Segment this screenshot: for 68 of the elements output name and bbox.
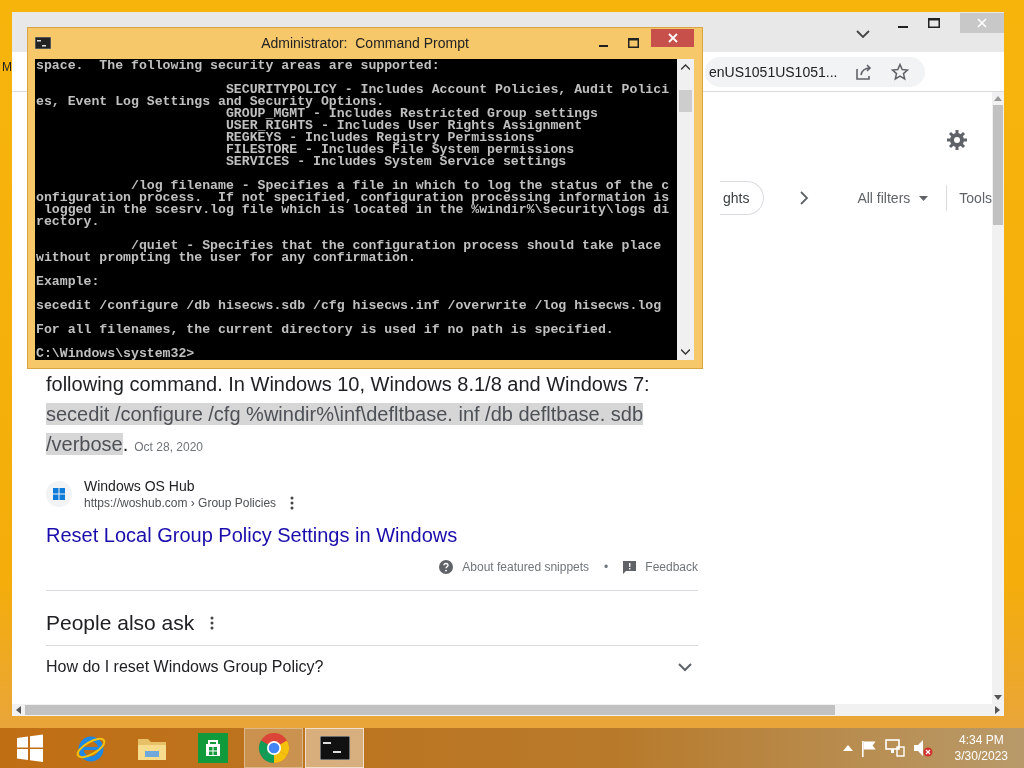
- scroll-down-icon[interactable]: [994, 695, 1002, 700]
- tools-button[interactable]: Tools: [959, 190, 992, 206]
- vertical-scrollbar[interactable]: [992, 92, 1004, 704]
- console-line: FILESTORE - Includes File System permissions: [224, 144, 576, 156]
- question-item[interactable]: How do I reset Windows Group Policy?: [46, 645, 698, 686]
- network-icon[interactable]: [884, 739, 905, 757]
- close-icon[interactable]: [667, 32, 678, 43]
- console-line: /quiet - Specifies that the configuration process should take place: [130, 240, 663, 252]
- chevron-down-icon[interactable]: [856, 30, 870, 39]
- window-title: Administrator: Command Prompt: [260, 34, 470, 51]
- feedback-link[interactable]: Feedback: [645, 560, 698, 574]
- result-link[interactable]: Reset Local Group Policy Settings in Windows: [46, 522, 458, 548]
- more-icon[interactable]: [290, 496, 295, 510]
- console-line: secedit /configure /db hisecws.sdb /cfg hisecws.inf /overwrite /log hisecws.log: [36, 300, 663, 312]
- caret-down-icon[interactable]: [919, 195, 929, 201]
- tricolor-circle-icon[interactable]: [257, 732, 290, 764]
- star-icon[interactable]: [891, 62, 910, 81]
- edge-letter: M: [2, 60, 12, 74]
- console-line: SECURITYPOLICY - Includes Account Policies, Audit Polici: [225, 84, 671, 96]
- section-heading: People also ask: [46, 611, 195, 635]
- more-icon[interactable]: [210, 616, 215, 630]
- console-line: logged in the scesrv.log file which is located in the %windir%\security\logs di: [43, 204, 671, 216]
- shopping-bag-icon[interactable]: [197, 733, 228, 763]
- about-snippets-link[interactable]: About featured snippets: [462, 560, 590, 574]
- address-bar[interactable]: enUS1051US1051...: [705, 56, 926, 87]
- muted-speaker-icon[interactable]: [912, 739, 933, 757]
- console-line: Example:: [36, 276, 101, 288]
- scroll-right-icon[interactable]: [995, 706, 1000, 714]
- share-icon[interactable]: [855, 62, 874, 81]
- feedback-icon[interactable]: [623, 560, 637, 574]
- close-button[interactable]: [651, 28, 694, 47]
- help-icon[interactable]: [439, 560, 454, 574]
- settings-icon[interactable]: [946, 129, 968, 151]
- taskbar-app[interactable]: [305, 728, 364, 768]
- maximize-icon[interactable]: [628, 37, 639, 48]
- console-line: REGKEYS - Includes Registry Permissions: [224, 132, 535, 144]
- terminal-icon[interactable]: [319, 736, 350, 760]
- site-name: Windows OS Hub: [84, 478, 196, 494]
- console-line: without prompting the user for any confirmation.: [36, 252, 416, 264]
- windows-logo-icon: [46, 481, 72, 507]
- caret-up-icon[interactable]: [842, 745, 853, 751]
- console-line: SERVICES - Includes System Service settings: [224, 156, 567, 168]
- scroll-up-icon[interactable]: [681, 64, 690, 70]
- vertical-scrollbar[interactable]: [677, 59, 694, 360]
- console-line: For all filenames, the current directory is used if no path is specified.: [36, 324, 615, 336]
- scroll-down-icon[interactable]: [681, 349, 690, 355]
- horizontal-scrollbar[interactable]: [12, 704, 1004, 716]
- console-icon: [35, 36, 51, 49]
- scroll-thumb[interactable]: [679, 90, 692, 112]
- console-line: C:\Windows\system32>: [36, 348, 196, 360]
- console-line: es, Event Log Settings and Security Options.: [36, 96, 385, 108]
- scroll-thumb[interactable]: [25, 705, 835, 715]
- chevron-down-icon[interactable]: [678, 662, 692, 672]
- scroll-thumb[interactable]: [993, 105, 1003, 225]
- console-line: GROUP_MGMT - Includes Restricted Group settings: [224, 108, 599, 120]
- site-url: https://woshub.com › Group Policies: [84, 496, 277, 510]
- windows-logo-icon[interactable]: [14, 733, 45, 763]
- console-line: space. The following security areas are supported:: [36, 60, 441, 72]
- chevron-right-icon[interactable]: [800, 191, 810, 205]
- console-line: USER_RIGHTS - Includes User Rights Assignment: [224, 120, 583, 132]
- console-line: rectory.: [36, 216, 101, 228]
- console-line: /log filename - Specifies a file in which to log the status of the c: [130, 180, 671, 192]
- all-filters-button[interactable]: All filters: [857, 190, 929, 206]
- separator-dot: •: [604, 560, 609, 574]
- flag-icon[interactable]: [860, 739, 877, 757]
- console-line: onfiguration process. If not specified, configuration processing information is: [36, 192, 671, 204]
- scroll-left-icon[interactable]: [16, 706, 21, 714]
- maximize-icon[interactable]: [928, 18, 940, 28]
